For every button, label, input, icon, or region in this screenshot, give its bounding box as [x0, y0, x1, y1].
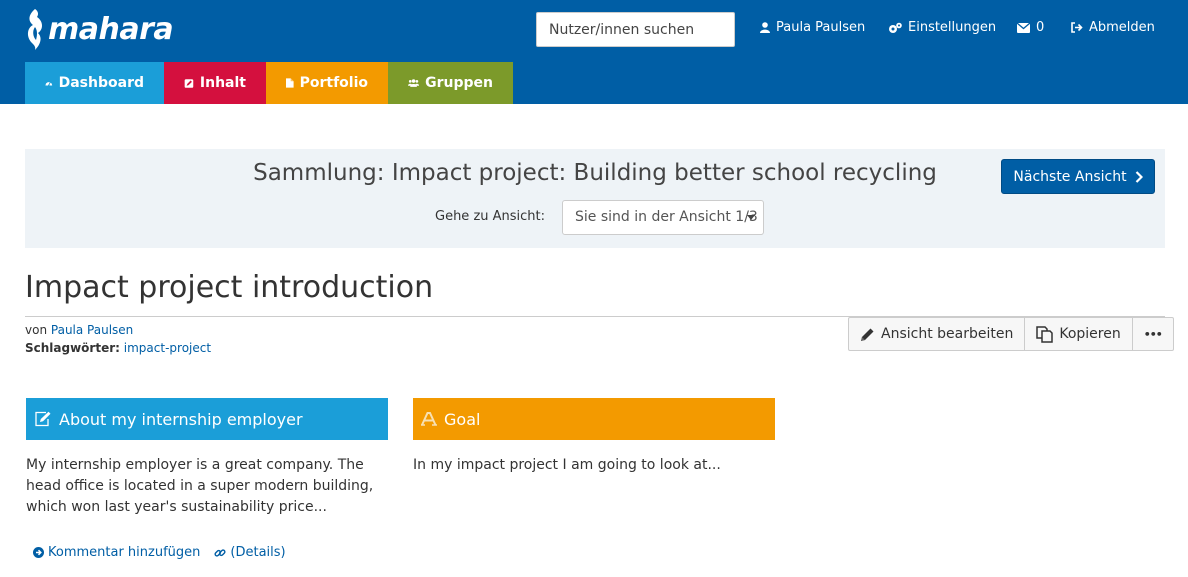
site-header: mahara Paula Paulsen Einstellungen 0 Abm…	[0, 0, 1188, 104]
tab-portfolio[interactable]: Portfolio	[266, 62, 388, 104]
gears-icon	[889, 22, 902, 33]
details-link[interactable]: (Details)	[214, 545, 286, 560]
block-goal-header: Goal	[413, 398, 775, 440]
tab-portfolio-label: Portfolio	[299, 75, 368, 91]
user-icon	[760, 22, 770, 33]
block-about-employer-header: About my internship employer	[26, 398, 388, 440]
settings-link[interactable]: Einstellungen	[888, 20, 996, 35]
view-actions: Ansicht bearbeiten Kopieren •••	[848, 317, 1174, 351]
tab-groups-label: Gruppen	[425, 75, 493, 91]
copy-view-label: Kopieren	[1059, 326, 1121, 342]
page-title: Impact project introduction	[25, 270, 434, 305]
tab-content[interactable]: Inhalt	[164, 62, 266, 104]
next-view-button[interactable]: Nächste Ansicht	[1001, 159, 1155, 194]
block-about-employer-text: My internship employer is a great compan…	[26, 457, 374, 515]
add-comment-label: Kommentar hinzufügen	[48, 545, 201, 560]
inbox-link[interactable]: 0	[1017, 20, 1044, 35]
tab-content-label: Inhalt	[199, 75, 246, 91]
block-links: Kommentar hinzufügen (Details)	[33, 545, 300, 560]
block-goal-text: In my impact project I am going to look …	[413, 457, 721, 473]
user-search-input[interactable]	[536, 12, 735, 47]
tab-dashboard[interactable]: Dashboard	[25, 62, 164, 104]
author-prefix: von	[25, 323, 48, 337]
author-line: von Paula Paulsen	[25, 323, 133, 337]
arrow-circle-right-icon	[33, 547, 44, 558]
block-goal-title: Goal	[444, 409, 481, 429]
copy-icon	[1036, 325, 1054, 343]
edit-icon	[35, 411, 51, 427]
logout-label: Abmelden	[1089, 20, 1155, 35]
more-options-button[interactable]: •••	[1133, 318, 1173, 350]
collection-navigation: Sammlung: Impact project: Building bette…	[25, 149, 1165, 248]
goto-view-selected: Sie sind in der Ansicht 1/3	[575, 209, 758, 225]
user-name: Paula Paulsen	[776, 20, 866, 35]
author-link[interactable]: Paula Paulsen	[51, 323, 133, 337]
logo-mark-icon	[27, 9, 43, 50]
dashboard-icon	[45, 82, 53, 86]
chevron-right-icon	[1135, 170, 1143, 183]
users-icon	[408, 79, 420, 87]
tab-dashboard-label: Dashboard	[58, 75, 144, 91]
edit-view-button[interactable]: Ansicht bearbeiten	[849, 318, 1026, 350]
copy-view-button[interactable]: Kopieren	[1025, 318, 1133, 350]
text-icon	[421, 412, 437, 426]
more-options-icon: •••	[1143, 327, 1163, 341]
sign-out-icon	[1071, 22, 1083, 33]
envelope-icon	[1017, 22, 1030, 33]
inbox-count: 0	[1036, 20, 1045, 35]
tag-link[interactable]: impact-project	[124, 341, 211, 355]
tab-groups[interactable]: Gruppen	[388, 62, 513, 104]
tags-label: Schlagwörter:	[25, 341, 120, 355]
caret-down-icon	[747, 215, 755, 220]
next-view-label: Nächste Ansicht	[1013, 168, 1127, 185]
goto-view-label: Gehe zu Ansicht:	[435, 209, 546, 224]
edit-icon	[184, 78, 194, 88]
pencil-icon	[861, 328, 874, 341]
file-icon	[286, 78, 294, 88]
edit-view-label: Ansicht bearbeiten	[881, 326, 1014, 342]
main-nav: Dashboard Inhalt Portfolio Gruppen	[25, 62, 513, 104]
mahara-logo[interactable]: mahara	[24, 6, 174, 52]
settings-label: Einstellungen	[908, 20, 997, 35]
add-comment-link[interactable]: Kommentar hinzufügen	[33, 545, 200, 560]
collection-title: Sammlung: Impact project: Building bette…	[253, 160, 937, 186]
user-profile-link[interactable]: Paula Paulsen	[760, 20, 865, 35]
logo-text: mahara	[48, 11, 174, 47]
tags-line: Schlagwörter: impact-project	[25, 341, 211, 355]
link-icon	[214, 548, 226, 557]
block-about-employer-title: About my internship employer	[59, 409, 303, 429]
goto-view-select[interactable]: Sie sind in der Ansicht 1/3	[562, 200, 764, 235]
details-label: (Details)	[230, 545, 286, 560]
logout-link[interactable]: Abmelden	[1071, 20, 1155, 35]
